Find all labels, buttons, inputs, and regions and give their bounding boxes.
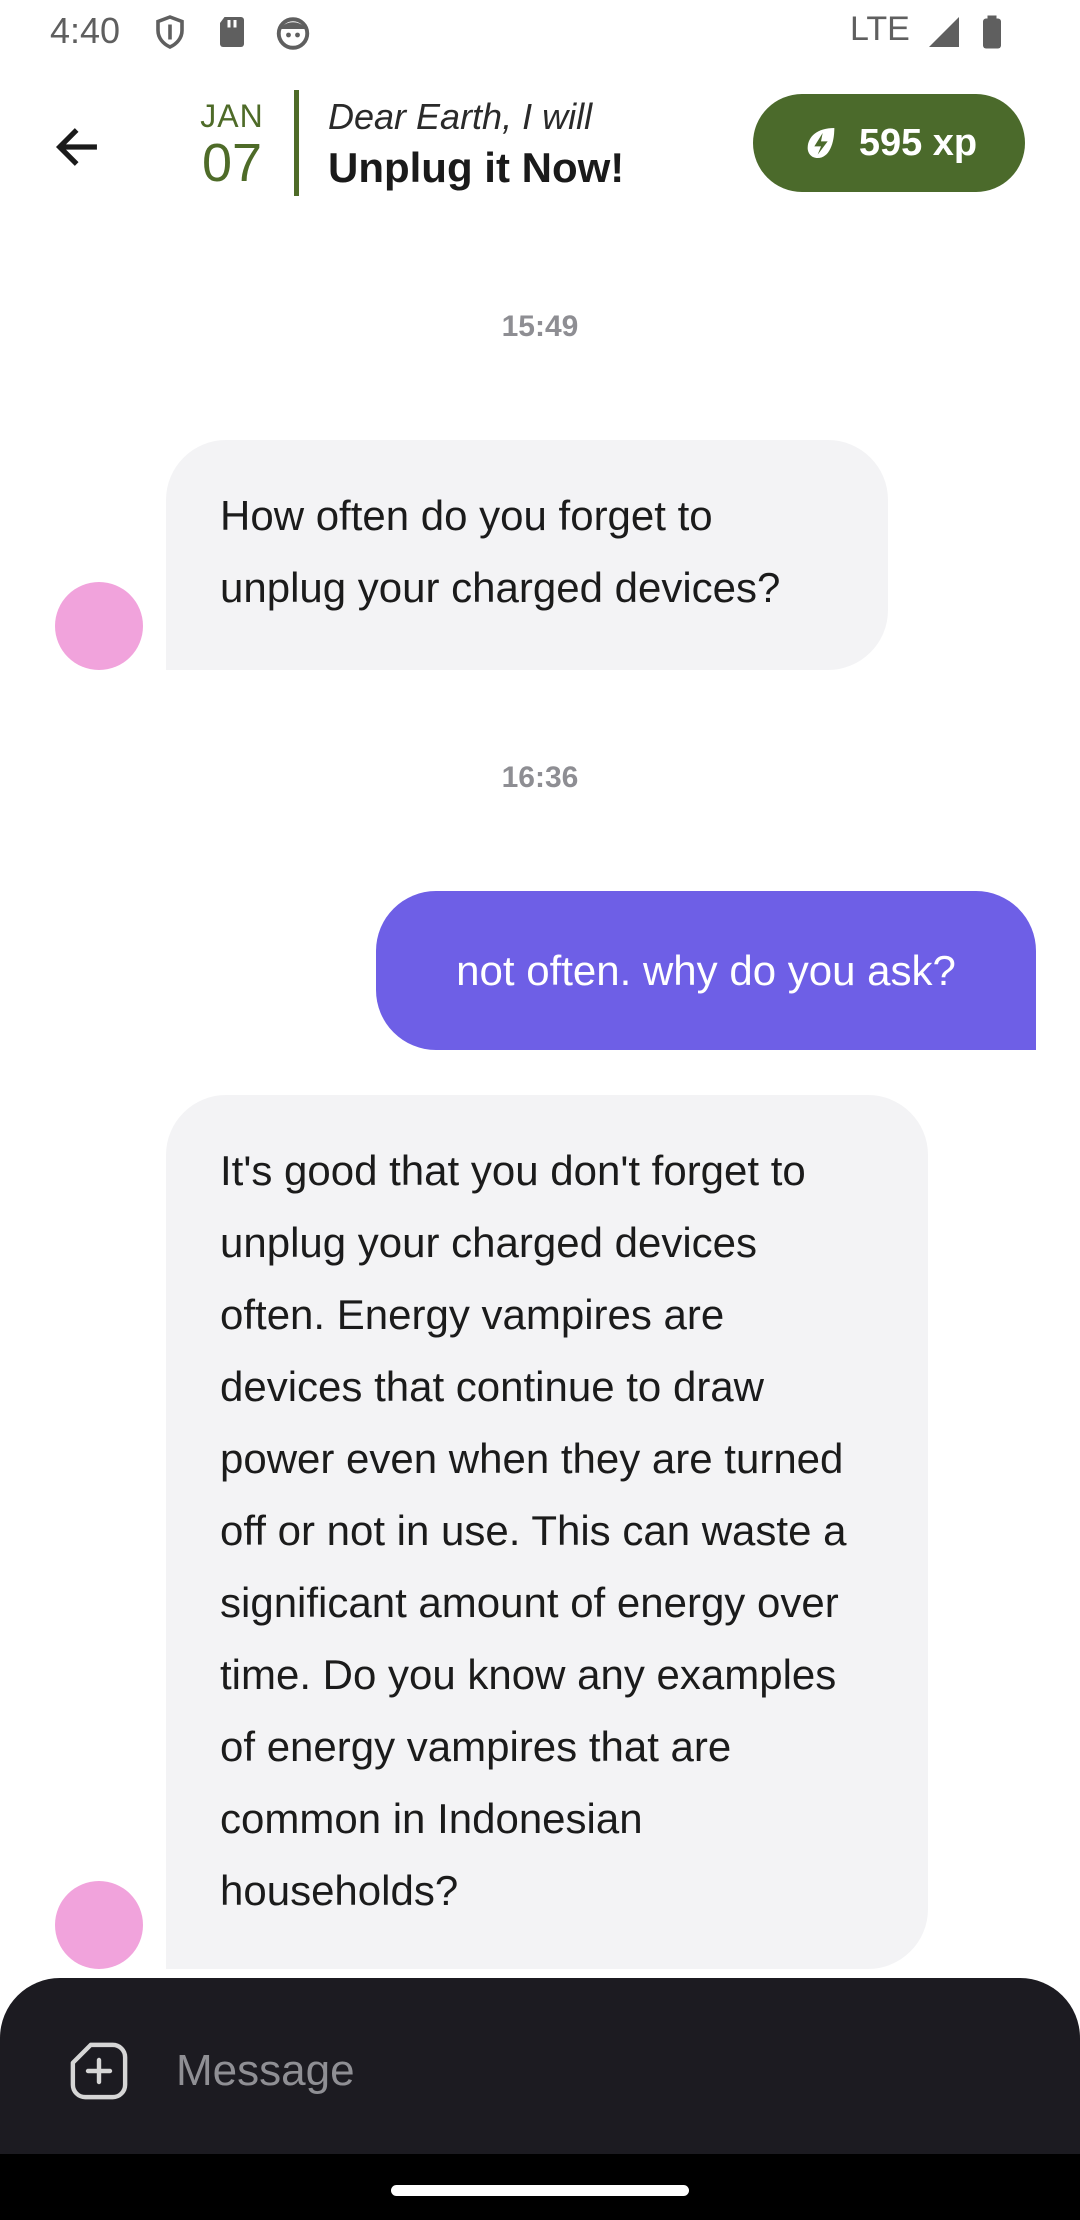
date-day: 07 — [201, 133, 263, 193]
title-main: Unplug it Now! — [328, 144, 625, 191]
header-divider — [294, 90, 299, 196]
network-type-label: LTE — [850, 10, 910, 48]
message-composer — [0, 1978, 1080, 2154]
leaf-bolt-icon — [807, 128, 835, 158]
xp-badge[interactable]: 595 xp — [753, 94, 1025, 192]
date-month: JAN — [200, 98, 264, 134]
signal-icon — [926, 14, 962, 50]
home-indicator[interactable] — [391, 2185, 689, 2196]
message-timestamp: 16:36 — [501, 761, 579, 794]
bot-message-bubble[interactable]: How often do you forget to unplug your c… — [166, 440, 888, 670]
app-header: JAN 07 Dear Earth, I will Unplug it Now!… — [0, 70, 1080, 220]
message-input[interactable] — [176, 2036, 1016, 2106]
status-time: 4:40 — [50, 10, 121, 51]
shield-icon — [152, 14, 188, 50]
bot-avatar — [55, 1881, 143, 1969]
battery-icon — [974, 14, 1010, 50]
challenge-date: JAN 07 — [190, 98, 274, 192]
back-button[interactable] — [42, 112, 112, 182]
title-prefix: Dear Earth, I will — [328, 96, 593, 137]
xp-label: 595 xp — [858, 121, 978, 164]
bot-message-bubble[interactable]: It's good that you don't forget to unplu… — [166, 1095, 928, 1969]
status-bar: 4:40 LTE — [0, 0, 1080, 64]
add-attachment-icon — [70, 2042, 128, 2100]
android-face-icon — [275, 14, 311, 50]
challenge-title: Dear Earth, I will Unplug it Now! — [328, 92, 728, 194]
bot-avatar — [55, 582, 143, 670]
attach-button[interactable] — [66, 2038, 132, 2104]
arrow-left-icon — [55, 128, 97, 166]
sd-card-icon — [214, 14, 250, 50]
chat-screen: 4:40 LTE JAN 07 Dear Earth, I will Unplu — [0, 0, 1080, 2220]
message-timestamp: 15:49 — [501, 310, 579, 343]
user-message-bubble[interactable]: not often. why do you ask? — [376, 891, 1036, 1050]
system-navigation-bar — [0, 2154, 1080, 2220]
